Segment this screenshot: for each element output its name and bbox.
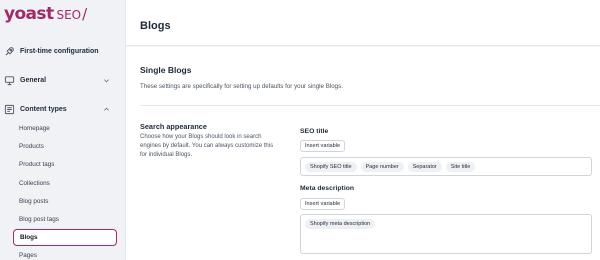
nav-label: First-time configuration bbox=[20, 48, 99, 55]
sidebar-item-product-tags[interactable]: Product tags bbox=[19, 161, 54, 168]
sidebar-item-pages[interactable]: Pages bbox=[19, 252, 37, 259]
meta-description-label: Meta description bbox=[300, 185, 355, 192]
nav-label: General bbox=[20, 77, 47, 84]
section-description: These settings are specifically for sett… bbox=[140, 83, 343, 90]
nav-label: Content types bbox=[20, 106, 67, 113]
variable-pill[interactable]: Separator bbox=[407, 161, 442, 172]
nav-general[interactable]: General bbox=[4, 75, 109, 86]
main-content: Blogs Single Blogs These settings are sp… bbox=[126, 0, 600, 260]
sidebar-item-collections[interactable]: Collections bbox=[19, 180, 50, 187]
variable-pill[interactable]: Page number bbox=[360, 161, 404, 172]
sidebar-item-blogs[interactable]: Blogs bbox=[13, 229, 117, 246]
nav-content-types[interactable]: Content types bbox=[4, 104, 109, 115]
app: yoast SEO / First-time configuration Gen… bbox=[0, 0, 600, 260]
variable-pill[interactable]: Site title bbox=[445, 161, 476, 172]
seo-title-label: SEO title bbox=[300, 128, 329, 135]
meta-description-insert-variable-button[interactable]: Insert variable bbox=[300, 198, 346, 210]
rocket-icon bbox=[4, 46, 15, 57]
section-title: Single Blogs bbox=[140, 65, 192, 75]
divider bbox=[140, 105, 600, 106]
logo-slash: / bbox=[82, 5, 88, 23]
chevron-down-icon[interactable] bbox=[103, 77, 110, 84]
logo-product: SEO bbox=[56, 8, 82, 22]
sidebar: yoast SEO / First-time configuration Gen… bbox=[0, 0, 126, 260]
variable-pill[interactable]: Shopify SEO title bbox=[305, 161, 357, 172]
variable-pill[interactable]: Shopify meta description bbox=[305, 219, 376, 229]
page-header: Blogs bbox=[126, 0, 600, 46]
nav-first-time-configuration[interactable]: First-time configuration bbox=[4, 46, 99, 57]
sidebar-item-products[interactable]: Products bbox=[19, 143, 44, 150]
logo-brand: yoast bbox=[4, 4, 54, 24]
document-icon bbox=[4, 104, 15, 115]
sidebar-item-blog-posts[interactable]: Blog posts bbox=[19, 198, 48, 205]
settings-card: Single Blogs These settings are specific… bbox=[126, 47, 600, 260]
search-appearance-description: Choose how your Blogs should look in sea… bbox=[140, 134, 274, 158]
page-title: Blogs bbox=[140, 20, 171, 32]
seo-title-insert-variable-button[interactable]: Insert variable bbox=[300, 140, 346, 152]
sidebar-item-blog-post-tags[interactable]: Blog post tags bbox=[19, 216, 59, 223]
monitor-icon bbox=[4, 75, 15, 86]
chevron-up-icon[interactable] bbox=[103, 106, 110, 113]
meta-description-editor[interactable]: Shopify meta description bbox=[300, 214, 592, 254]
yoast-logo[interactable]: yoast SEO / bbox=[4, 4, 87, 24]
seo-title-editor[interactable]: Shopify SEO title Page number Separator … bbox=[300, 157, 592, 176]
search-appearance-title: Search appearance bbox=[140, 122, 207, 131]
sidebar-item-homepage[interactable]: Homepage bbox=[19, 125, 50, 132]
